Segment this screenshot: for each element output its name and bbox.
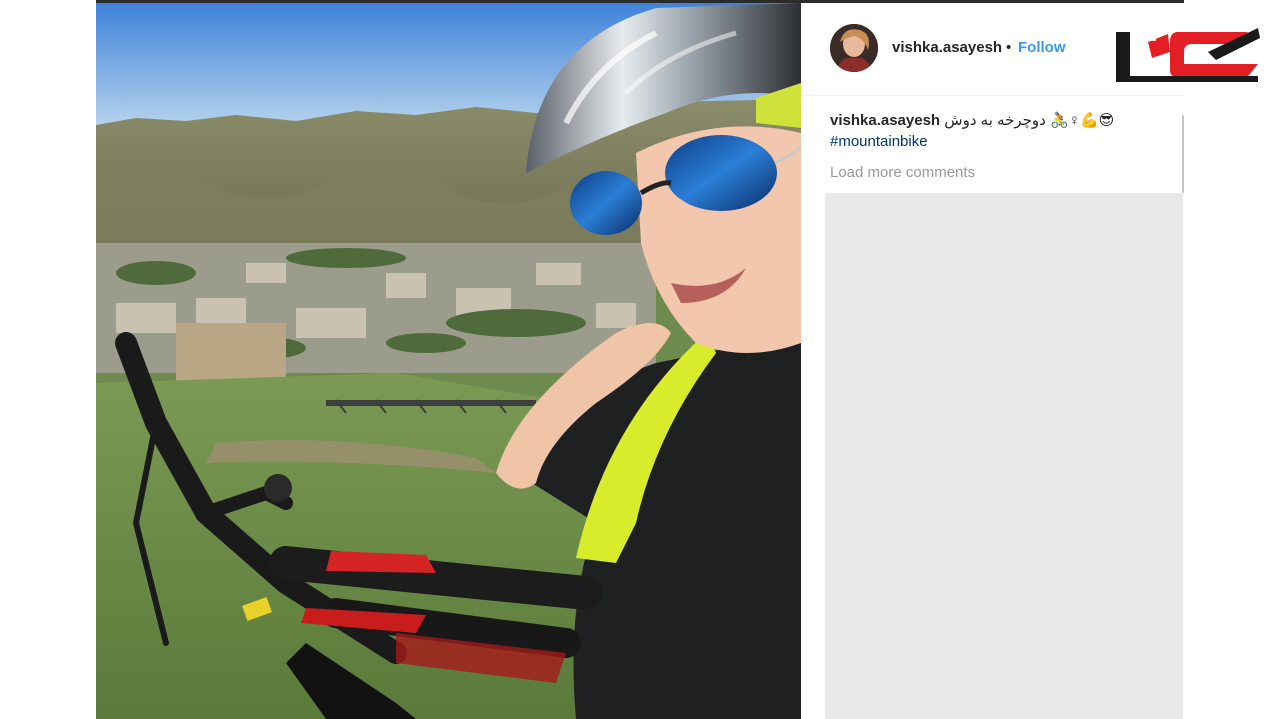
username-link[interactable]: vishka.asayesh xyxy=(892,39,1002,56)
post-side-panel: vishka.asayesh • Follow vishka.asayesh د… xyxy=(801,3,1184,719)
follow-button[interactable]: Follow xyxy=(1018,39,1066,56)
news-site-logo-icon xyxy=(1108,24,1264,86)
hashtag-link[interactable]: #mountainbike xyxy=(830,133,928,150)
caption-text: دوچرخه به دوش xyxy=(944,112,1046,129)
caption: vishka.asayesh دوچرخه به دوش 🚴♀💪😎 xyxy=(830,111,1170,131)
comments-area xyxy=(825,193,1183,719)
caption-username[interactable]: vishka.asayesh xyxy=(830,112,940,129)
caption-emojis: 🚴♀💪😎 xyxy=(1050,112,1115,129)
load-more-comments-button[interactable]: Load more comments xyxy=(830,164,975,181)
separator-dot: • xyxy=(1006,39,1012,56)
comments-scrollbar[interactable] xyxy=(1182,115,1184,193)
avatar[interactable] xyxy=(830,24,878,72)
post-photo xyxy=(96,3,801,719)
